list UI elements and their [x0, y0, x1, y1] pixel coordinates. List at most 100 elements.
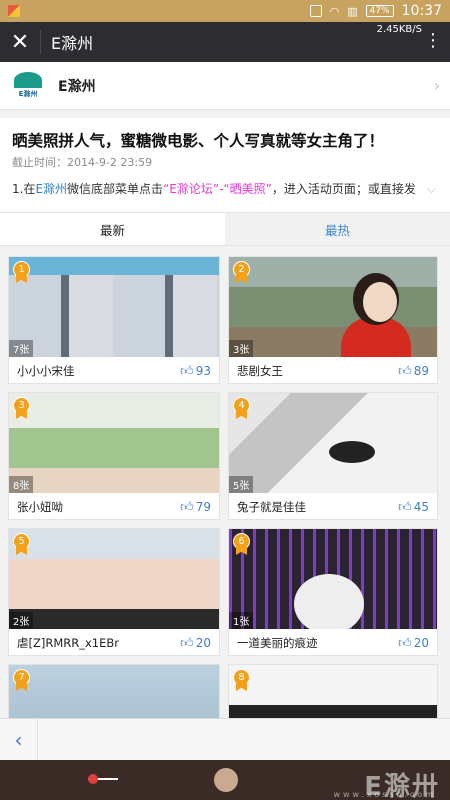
rank-badge: 1 — [13, 261, 30, 283]
rank-badge: 3 — [13, 397, 30, 419]
photo-card[interactable]: 2 3张 悲剧女王 👍︎ 89 — [228, 256, 438, 384]
photo-shape — [363, 282, 397, 322]
battery-indicator: 47% — [365, 5, 394, 17]
rank-badge: 4 — [233, 397, 250, 419]
like-count: 20 — [413, 636, 429, 650]
thumbs-up-icon: 👍︎ — [180, 499, 194, 515]
wifi-icon: ◠ — [329, 4, 340, 18]
thumbs-up-icon: 👍︎ — [398, 363, 412, 379]
photo-card[interactable]: 5 2张 虐[Z]RMRR_x1EBr 👍︎ 20 — [8, 528, 220, 656]
article-intro: 1.在E滁州微信底部菜单点击“E滁论坛”-“晒美照”，进入活动页面；或直接发 — [12, 180, 438, 197]
photo-shape — [294, 574, 364, 629]
ribbon-icon — [236, 683, 247, 691]
card-name: 兔子就是佳佳 — [237, 500, 306, 514]
photo-thumbnail[interactable]: 6 1张 — [229, 529, 437, 629]
photo-grid: 1 7张 小小小宋佳 👍︎ 93 2 3张 悲剧女王 👍︎ 89 3 8张 张小妞呦… — [0, 246, 450, 718]
chevron-left-icon[interactable]: ‹ — [0, 718, 38, 761]
status-left — [8, 5, 20, 17]
rank-badge: 6 — [233, 533, 250, 555]
photo-card[interactable]: 1 7张 小小小宋佳 👍︎ 93 — [8, 256, 220, 384]
clock: 10:37 — [401, 3, 442, 19]
photo-thumbnail[interactable]: 8 — [229, 665, 437, 718]
like-button[interactable]: 👍︎ 20 — [398, 636, 429, 651]
photo-count: 8张 — [9, 476, 34, 493]
card-name: 悲剧女王 — [237, 364, 283, 378]
thumbs-up-icon: 👍︎ — [180, 635, 194, 651]
app-notification-icon — [8, 5, 20, 17]
logo-text: E滁州 — [18, 90, 38, 98]
rank-badge: 8 — [233, 669, 250, 691]
card-footer: 一道美丽的痕迹 👍︎ 20 — [229, 629, 437, 655]
like-count: 79 — [195, 500, 211, 514]
photo-thumbnail[interactable]: 1 7张 — [9, 257, 219, 357]
avatar[interactable] — [214, 768, 238, 792]
like-count: 89 — [413, 364, 429, 378]
account-row[interactable]: E滁州 E滁州 › — [0, 62, 450, 110]
like-button[interactable]: 👍︎ 20 — [180, 636, 211, 651]
photo-card[interactable]: 7 — [8, 664, 220, 718]
system-bottom-bar: E滁卅 www.xosso.com — [0, 760, 450, 800]
status-right: ◠ ▥ 47% 10:37 — [309, 3, 442, 19]
like-button[interactable]: 👍︎ 45 — [398, 500, 429, 515]
close-icon[interactable]: ✕ — [0, 22, 40, 62]
photo-thumbnail[interactable]: 4 5张 — [229, 393, 437, 493]
ribbon-icon — [16, 683, 27, 691]
rank-badge: 5 — [13, 533, 30, 555]
tab-hottest[interactable]: 最热 — [225, 213, 450, 245]
account-logo: E滁州 — [10, 68, 46, 103]
status-bar: ◠ ▥ 47% 10:37 — [0, 0, 450, 22]
photo-thumbnail[interactable]: 5 2张 — [9, 529, 219, 629]
photo-thumbnail[interactable]: 7 — [9, 665, 219, 718]
photo-card[interactable]: 6 1张 一道美丽的痕迹 👍︎ 20 — [228, 528, 438, 656]
like-button[interactable]: 👍︎ 93 — [180, 364, 211, 379]
photo-thumbnail[interactable]: 3 8张 — [9, 393, 219, 493]
article-title: 晒美照拼人气，蜜糖微电影、个人写真就等女主角了！ — [12, 132, 385, 150]
card-footer: 悲剧女王 👍︎ 89 — [229, 357, 437, 383]
photo-shape — [329, 441, 375, 463]
photo-count: 1张 — [229, 612, 254, 629]
card-footer: 小小小宋佳 👍︎ 93 — [9, 357, 219, 383]
network-speed: 2.45KB/S — [376, 24, 422, 35]
photo-count: 7张 — [9, 340, 34, 357]
ribbon-icon — [236, 411, 247, 419]
intro-highlight-forum: “E滁论坛”-“晒美照” — [163, 182, 272, 196]
rank-badge: 2 — [233, 261, 250, 283]
like-count: 93 — [195, 364, 211, 378]
like-button[interactable]: 👍︎ 79 — [180, 500, 211, 515]
tab-latest[interactable]: 最新 — [0, 213, 225, 245]
ribbon-icon — [16, 411, 27, 419]
photo-card[interactable]: 3 8张 张小妞呦 👍︎ 79 — [8, 392, 220, 520]
title-divider — [40, 30, 41, 54]
photo-shape — [341, 317, 411, 357]
photo-count: 5张 — [229, 476, 254, 493]
like-count: 20 — [195, 636, 211, 650]
slider-handle[interactable] — [88, 774, 98, 784]
photo-count: 2张 — [9, 612, 34, 629]
like-count: 45 — [413, 500, 429, 514]
card-footer: 兔子就是佳佳 👍︎ 45 — [229, 493, 437, 519]
card-name: 张小妞呦 — [17, 500, 63, 514]
intro-link-echuzhou[interactable]: E滁州 — [35, 182, 67, 196]
ribbon-icon — [16, 547, 27, 555]
card-footer: 张小妞呦 👍︎ 79 — [9, 493, 219, 519]
chevron-right-icon: › — [433, 76, 440, 95]
photo-thumbnail[interactable]: 2 3张 — [229, 257, 437, 357]
signal-icon: ▥ — [347, 4, 358, 18]
article-deadline: 截止时间：2014-9-2 23:59 — [12, 156, 153, 169]
ribbon-icon — [236, 547, 247, 555]
more-vertical-icon[interactable]: ⋮ — [424, 32, 442, 50]
intro-text-3: ，进入活动页面；或直接发 — [271, 182, 416, 196]
account-name: E滁州 — [58, 78, 96, 95]
browser-nav-bar: ‹ — [0, 718, 450, 761]
article-header: 晒美照拼人气，蜜糖微电影、个人写真就等女主角了！ 截止时间：2014-9-2 2… — [0, 118, 450, 212]
intro-text-1: 1.在 — [12, 182, 36, 196]
intro-text-2: 微信底部菜单点击 — [67, 182, 164, 196]
photo-card[interactable]: 4 5张 兔子就是佳佳 👍︎ 45 — [228, 392, 438, 520]
card-name: 小小小宋佳 — [17, 364, 75, 378]
expand-chevron-icon[interactable]: ⌵ — [427, 182, 436, 197]
photo-count: 3张 — [229, 340, 254, 357]
alarm-icon — [309, 5, 322, 17]
like-button[interactable]: 👍︎ 89 — [398, 364, 429, 379]
photo-card[interactable]: 8 — [228, 664, 438, 718]
ribbon-icon — [16, 275, 27, 283]
